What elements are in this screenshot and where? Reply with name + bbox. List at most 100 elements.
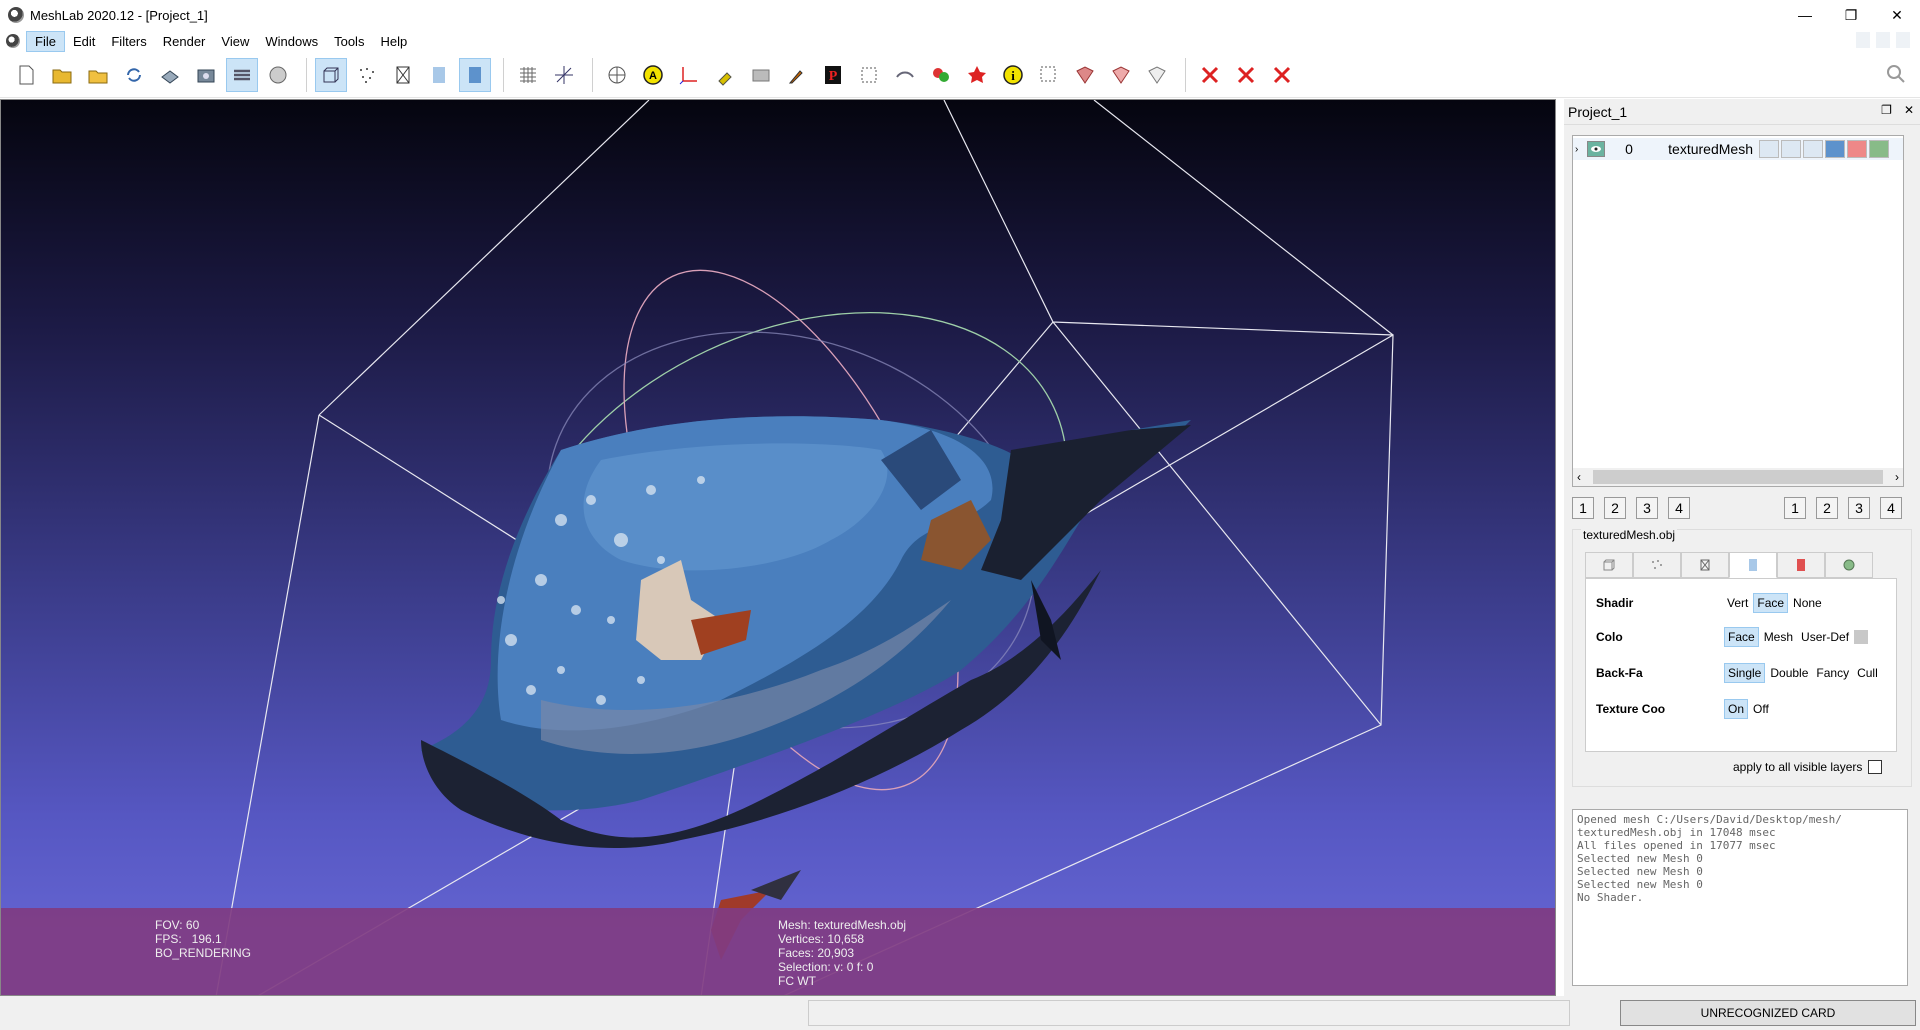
- menu-edit[interactable]: Edit: [65, 32, 103, 51]
- view-button-4[interactable]: 4: [1668, 497, 1690, 519]
- layer-stack-icon[interactable]: [226, 57, 258, 92]
- visibility-eye-icon[interactable]: [1587, 141, 1605, 157]
- shading-face-option[interactable]: Face: [1753, 593, 1789, 613]
- meshlab-menu-icon[interactable]: [6, 34, 20, 48]
- color-face-option[interactable]: Face: [1724, 627, 1759, 647]
- textured-mesh: [421, 416, 1191, 960]
- scroll-right-icon[interactable]: ›: [1895, 470, 1899, 484]
- info-icon[interactable]: i: [997, 58, 1029, 92]
- color-swatch[interactable]: [1854, 630, 1869, 644]
- backface-cull-option[interactable]: Cull: [1854, 664, 1881, 682]
- trackball-icon[interactable]: [601, 58, 633, 92]
- minimize-button[interactable]: —: [1782, 0, 1828, 30]
- tab-settings[interactable]: [1825, 552, 1873, 578]
- texture-row: Texture Coo On Off: [1596, 699, 1774, 719]
- delete-faces-icon[interactable]: [1194, 58, 1226, 92]
- 3d-viewport[interactable]: FOV: 60 FPS: 196.1 BO_RENDERING Mesh: te…: [0, 99, 1556, 996]
- view-button-2[interactable]: 2: [1816, 497, 1838, 519]
- mesh-file-title: texturedMesh.obj: [1581, 528, 1678, 542]
- menu-render[interactable]: Render: [155, 32, 214, 51]
- layer-row[interactable]: › 0 texturedMesh: [1573, 138, 1903, 160]
- menu-right-controls: [1856, 30, 1910, 50]
- tab-wireframe[interactable]: [1681, 552, 1729, 578]
- texture-on-option[interactable]: On: [1724, 699, 1749, 719]
- close-button[interactable]: ✕: [1874, 0, 1920, 30]
- render-info: FOV: 60 FPS: 196.1 BO_RENDERING: [155, 918, 251, 960]
- backface-double-option[interactable]: Double: [1767, 664, 1811, 682]
- open-project-icon[interactable]: [46, 58, 78, 92]
- bounding-box-icon[interactable]: [315, 57, 347, 92]
- view-button-1[interactable]: 1: [1784, 497, 1806, 519]
- layer-name[interactable]: texturedMesh: [1653, 141, 1757, 157]
- flat-shading-icon[interactable]: [423, 58, 455, 92]
- menu-help[interactable]: Help: [372, 32, 415, 51]
- export-mesh-icon[interactable]: [154, 58, 186, 92]
- view-button-3[interactable]: 3: [1848, 497, 1870, 519]
- sphere-icon[interactable]: [262, 58, 294, 92]
- new-project-icon[interactable]: [10, 58, 42, 92]
- align-icon[interactable]: [889, 58, 921, 92]
- view-button-3[interactable]: 3: [1636, 497, 1658, 519]
- menu-filters[interactable]: Filters: [103, 32, 154, 51]
- apply-all-row: apply to all visible layers: [1733, 760, 1883, 774]
- expand-icon[interactable]: ›: [1575, 144, 1585, 155]
- menu-windows[interactable]: Windows: [257, 32, 326, 51]
- menu-file[interactable]: File: [26, 30, 65, 52]
- pick-icon[interactable]: [709, 58, 741, 92]
- view-button-4[interactable]: 4: [1880, 497, 1902, 519]
- smooth-shading-icon[interactable]: [459, 57, 491, 92]
- backface-fancy-option[interactable]: Fancy: [1813, 664, 1852, 682]
- axes-icon[interactable]: [673, 58, 705, 92]
- color-icon[interactable]: [925, 58, 957, 92]
- view-button-2[interactable]: 2: [1604, 497, 1626, 519]
- color-mesh-option[interactable]: Mesh: [1761, 628, 1796, 646]
- selection-label: Selection: v: 0 f: 0: [778, 960, 874, 974]
- layer-smooth-icon[interactable]: [1825, 140, 1845, 158]
- layer-settings-icon[interactable]: [1869, 140, 1889, 158]
- layer-points-icon[interactable]: [1781, 140, 1801, 158]
- p-icon[interactable]: P: [817, 58, 849, 92]
- shading-none-option[interactable]: None: [1790, 594, 1825, 612]
- restore-button[interactable]: ❐: [1828, 0, 1874, 30]
- reload-icon[interactable]: [118, 58, 150, 92]
- select-icon[interactable]: [853, 58, 885, 92]
- view-button-1[interactable]: 1: [1572, 497, 1594, 519]
- float-panel-icon[interactable]: ❐: [1881, 103, 1892, 117]
- scroll-left-icon[interactable]: ‹: [1577, 470, 1581, 484]
- texture-off-option[interactable]: Off: [1750, 700, 1772, 718]
- tab-points[interactable]: [1633, 552, 1681, 578]
- tab-bbox[interactable]: [1585, 552, 1633, 578]
- import-mesh-icon[interactable]: [82, 58, 114, 92]
- layer-texture-icon[interactable]: [1847, 140, 1867, 158]
- select-conn-icon[interactable]: [1141, 58, 1173, 92]
- menu-view[interactable]: View: [213, 32, 257, 51]
- snapshot-icon[interactable]: [190, 58, 222, 92]
- color-userdef-option[interactable]: User-Def: [1798, 628, 1852, 646]
- select-faces-icon[interactable]: [1069, 58, 1101, 92]
- tab-fill[interactable]: [1729, 552, 1777, 578]
- paint-icon[interactable]: [781, 58, 813, 92]
- georef-icon[interactable]: [961, 58, 993, 92]
- scroll-thumb[interactable]: [1593, 470, 1883, 484]
- layer-wire-icon[interactable]: [1803, 140, 1823, 158]
- menu-tools[interactable]: Tools: [326, 32, 372, 51]
- delete-vertices-icon[interactable]: [1230, 58, 1262, 92]
- shading-vert-option[interactable]: Vert: [1724, 594, 1751, 612]
- select-rect-icon[interactable]: [1033, 58, 1065, 92]
- apply-all-checkbox[interactable]: [1868, 760, 1883, 774]
- grid-icon[interactable]: [512, 58, 544, 92]
- select-vertices-icon[interactable]: [1105, 58, 1137, 92]
- wireframe-icon[interactable]: [387, 58, 419, 92]
- tab-texture[interactable]: [1777, 552, 1825, 578]
- axis-icon[interactable]: [548, 58, 580, 92]
- points-icon[interactable]: [351, 58, 383, 92]
- horizontal-scrollbar[interactable]: ‹ ›: [1573, 468, 1903, 486]
- camera-icon[interactable]: [745, 58, 777, 92]
- backface-single-option[interactable]: Single: [1724, 663, 1766, 683]
- search-icon[interactable]: [1884, 62, 1908, 89]
- close-panel-icon[interactable]: ✕: [1904, 103, 1914, 117]
- delete-all-icon[interactable]: [1266, 58, 1298, 92]
- status-progress: [808, 1000, 1570, 1026]
- layer-bbox-icon[interactable]: [1759, 140, 1779, 158]
- annotation-icon[interactable]: A: [637, 58, 669, 92]
